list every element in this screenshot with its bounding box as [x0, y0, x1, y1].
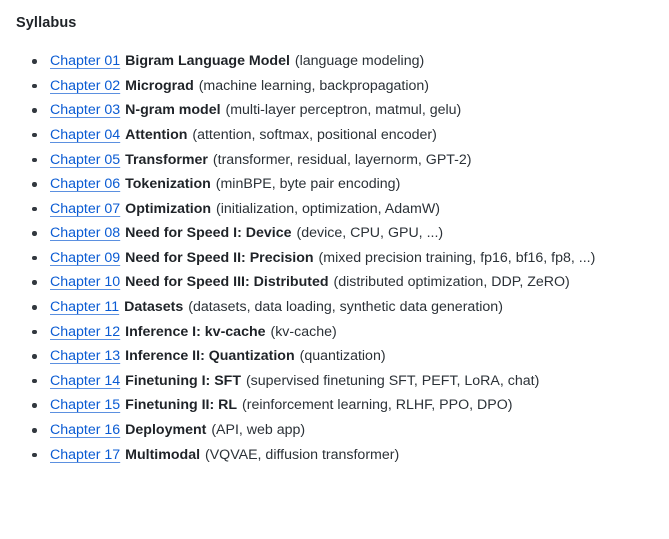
- chapter-link-12[interactable]: Chapter 12: [50, 324, 120, 340]
- list-item: Chapter 03 N-gram model (multi-layer per…: [30, 102, 657, 118]
- chapter-topics: (machine learning, backpropagation): [198, 77, 429, 94]
- list-item: Chapter 04 Attention (attention, softmax…: [30, 127, 657, 143]
- chapter-topics: (datasets, data loading, synthetic data …: [188, 299, 503, 316]
- list-item: Chapter 16 Deployment (API, web app): [30, 422, 657, 438]
- chapter-title: Optimization: [125, 200, 212, 217]
- chapter-topics: (quantization): [299, 348, 386, 365]
- list-item: Chapter 10 Need for Speed III: Distribut…: [30, 274, 657, 290]
- list-item: Chapter 08 Need for Speed I: Device (dev…: [30, 225, 657, 241]
- chapter-title: Inference I: kv-cache: [125, 323, 266, 340]
- chapter-link-15[interactable]: Chapter 15: [50, 397, 120, 413]
- list-item: Chapter 12 Inference I: kv-cache (kv-cac…: [30, 324, 657, 340]
- chapter-topics: (language modeling): [294, 53, 425, 70]
- chapter-title: Datasets: [124, 299, 184, 316]
- syllabus-list: Chapter 01 Bigram Language Model (langua…: [16, 53, 657, 463]
- chapter-title: Deployment: [125, 422, 207, 439]
- list-item: Chapter 09 Need for Speed II: Precision …: [30, 250, 657, 266]
- chapter-link-11[interactable]: Chapter 11: [50, 299, 119, 315]
- chapter-link-8[interactable]: Chapter 08: [50, 225, 120, 241]
- list-item: Chapter 13 Inference II: Quantization (q…: [30, 348, 657, 364]
- chapter-link-7[interactable]: Chapter 07: [50, 201, 120, 217]
- page-title: Syllabus: [16, 15, 77, 31]
- chapter-topics: (device, CPU, GPU, ...): [296, 225, 444, 242]
- list-item: Chapter 02 Micrograd (machine learning, …: [30, 78, 657, 94]
- chapter-topics: (supervised finetuning SFT, PEFT, LoRA, …: [245, 372, 540, 389]
- chapter-title: Transformer: [125, 151, 208, 168]
- chapter-title: Attention: [125, 126, 188, 143]
- chapter-title: Finetuning II: RL: [125, 397, 238, 414]
- chapter-link-3[interactable]: Chapter 03: [50, 102, 120, 118]
- chapter-link-16[interactable]: Chapter 16: [50, 422, 120, 438]
- list-item: Chapter 14 Finetuning I: SFT (supervised…: [30, 373, 657, 389]
- chapter-title: Bigram Language Model: [125, 53, 290, 70]
- chapter-topics: (VQVAE, diffusion transformer): [204, 446, 400, 463]
- chapter-title: Inference II: Quantization: [125, 348, 295, 365]
- chapter-title: Need for Speed I: Device: [125, 225, 292, 242]
- list-item: Chapter 01 Bigram Language Model (langua…: [30, 53, 657, 69]
- chapter-topics: (kv-cache): [270, 323, 337, 340]
- chapter-topics: (initialization, optimization, AdamW): [216, 200, 440, 217]
- chapter-topics: (minBPE, byte pair encoding): [215, 176, 401, 193]
- chapter-link-1[interactable]: Chapter 01: [50, 53, 120, 69]
- chapter-link-9[interactable]: Chapter 09: [50, 250, 120, 266]
- chapter-title: Need for Speed III: Distributed: [125, 274, 329, 291]
- chapter-title: Finetuning I: SFT: [125, 372, 241, 389]
- list-item: Chapter 17 Multimodal (VQVAE, diffusion …: [30, 447, 657, 463]
- chapter-link-17[interactable]: Chapter 17: [50, 447, 120, 463]
- chapter-link-13[interactable]: Chapter 13: [50, 348, 120, 364]
- chapter-topics: (distributed optimization, DDP, ZeRO): [333, 274, 570, 291]
- chapter-title: N-gram model: [125, 102, 221, 119]
- list-item: Chapter 06 Tokenization (minBPE, byte pa…: [30, 176, 657, 192]
- chapter-topics: (reinforcement learning, RLHF, PPO, DPO): [242, 397, 513, 414]
- chapter-link-14[interactable]: Chapter 14: [50, 373, 120, 389]
- chapter-topics: (API, web app): [211, 422, 306, 439]
- chapter-title: Tokenization: [125, 176, 211, 193]
- list-item: Chapter 07 Optimization (initialization,…: [30, 201, 657, 217]
- chapter-topics: (transformer, residual, layernorm, GPT-2…: [212, 151, 472, 168]
- list-item: Chapter 05 Transformer (transformer, res…: [30, 152, 657, 168]
- chapter-link-5[interactable]: Chapter 05: [50, 152, 120, 168]
- list-item: Chapter 11 Datasets (datasets, data load…: [30, 299, 657, 315]
- chapter-link-6[interactable]: Chapter 06: [50, 176, 120, 192]
- chapter-topics: (attention, softmax, positional encoder): [192, 126, 437, 143]
- chapter-link-2[interactable]: Chapter 02: [50, 78, 120, 94]
- document-body: Syllabus Chapter 01 Bigram Language Mode…: [0, 0, 669, 463]
- chapter-title: Multimodal: [125, 446, 201, 463]
- chapter-topics: (mixed precision training, fp16, bf16, f…: [318, 249, 596, 266]
- chapter-title: Need for Speed II: Precision: [125, 249, 314, 266]
- chapter-title: Micrograd: [125, 77, 194, 94]
- chapter-topics: (multi-layer perceptron, matmul, gelu): [225, 102, 462, 119]
- list-item: Chapter 15 Finetuning II: RL (reinforcem…: [30, 397, 657, 413]
- chapter-link-10[interactable]: Chapter 10: [50, 274, 120, 290]
- chapter-link-4[interactable]: Chapter 04: [50, 127, 120, 143]
